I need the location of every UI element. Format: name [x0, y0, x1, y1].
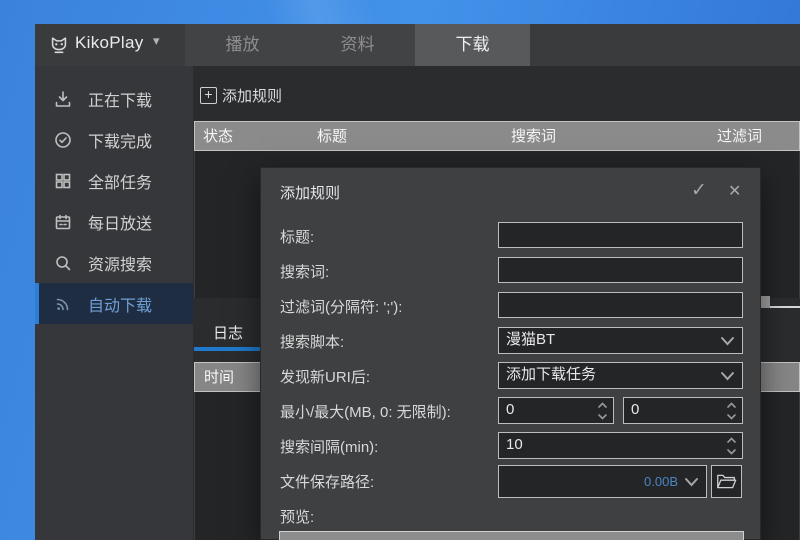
title-input[interactable] — [498, 222, 743, 248]
grid-icon — [53, 171, 73, 191]
calendar-icon — [53, 212, 73, 232]
plus-icon: + — [200, 87, 217, 104]
sidebar-item-label: 自动下载 — [88, 292, 152, 316]
rules-table-header[interactable]: 状态 标题 搜索词 过滤词 — [194, 121, 800, 151]
save-path-select[interactable]: 0.00B — [498, 465, 707, 498]
column-status[interactable]: 状态 — [203, 122, 233, 152]
main-tab-bar: 播放 资料 下载 — [185, 24, 530, 66]
min-size-value: 0 — [506, 401, 514, 418]
dialog-title: 添加规则 — [280, 182, 340, 203]
sidebar-item-completed[interactable]: 下载完成 — [35, 119, 193, 160]
app-window: KikoPlay ▾ 播放 资料 下载 正在下载 — [35, 24, 800, 540]
min-size-spinner[interactable]: 0 — [498, 397, 614, 424]
spinner-arrows-icon — [726, 401, 737, 421]
sidebar-item-label: 下载完成 — [88, 128, 152, 152]
interval-spinner[interactable]: 10 — [498, 432, 743, 459]
save-path-label: 文件保存路径: — [280, 471, 374, 492]
chevron-down-icon — [720, 371, 735, 381]
splitter-line — [770, 306, 800, 308]
search-word-label: 搜索词: — [280, 261, 329, 282]
kikoplay-logo-icon — [48, 34, 70, 56]
sidebar-item-all-tasks[interactable]: 全部任务 — [35, 160, 193, 201]
search-script-select[interactable]: 漫猫BT — [498, 327, 743, 354]
sidebar-item-label: 全部任务 — [88, 169, 152, 193]
new-uri-select[interactable]: 添加下载任务 — [498, 362, 743, 389]
search-script-value: 漫猫BT — [506, 331, 555, 348]
add-rule-label: 添加规则 — [222, 85, 282, 106]
column-time[interactable]: 时间 — [204, 363, 234, 393]
tab-log-indicator — [194, 347, 262, 351]
chevron-down-icon — [684, 477, 699, 487]
sidebar-item-label: 正在下载 — [88, 87, 152, 111]
preview-table-header — [279, 531, 744, 540]
sidebar: 正在下载 下载完成 全部任务 — [35, 66, 193, 540]
confirm-icon[interactable]: ✓ — [691, 179, 707, 202]
download-icon — [53, 89, 73, 109]
desktop: KikoPlay ▾ 播放 资料 下载 正在下载 — [0, 0, 800, 540]
column-filter[interactable]: 过滤词 — [717, 122, 762, 152]
free-space-text: 0.00B — [644, 466, 678, 497]
chevron-down-icon — [720, 336, 735, 346]
sidebar-item-auto-download[interactable]: 自动下载 — [35, 283, 193, 324]
sidebar-item-daily[interactable]: 每日放送 — [35, 201, 193, 242]
min-max-label: 最小/最大(MB, 0: 无限制): — [280, 401, 451, 422]
add-rule-dialog: 添加规则 ✓ ✕ 标题: 搜索词: 过滤词(分隔符: ';'): 搜索脚本: 漫… — [260, 167, 761, 540]
add-rule-button[interactable]: + 添加规则 — [200, 84, 282, 106]
tab-download[interactable]: 下载 — [415, 24, 530, 66]
folder-icon — [716, 471, 737, 492]
column-search[interactable]: 搜索词 — [511, 122, 556, 152]
chevron-down-icon[interactable]: ▾ — [153, 33, 160, 49]
filter-word-input[interactable] — [498, 292, 743, 318]
browse-folder-button[interactable] — [711, 465, 742, 498]
column-title[interactable]: 标题 — [317, 122, 347, 152]
preview-label: 预览: — [280, 506, 314, 527]
search-icon — [53, 253, 73, 273]
spinner-arrows-icon — [597, 401, 608, 421]
sidebar-item-label: 每日放送 — [88, 210, 152, 234]
sidebar-item-search[interactable]: 资源搜索 — [35, 242, 193, 283]
max-size-value: 0 — [631, 401, 639, 418]
rss-icon — [53, 294, 73, 314]
close-icon[interactable]: ✕ — [728, 181, 741, 201]
search-script-label: 搜索脚本: — [280, 331, 344, 352]
app-title[interactable]: KikoPlay — [75, 33, 144, 53]
check-circle-icon — [53, 130, 73, 150]
titlebar[interactable]: KikoPlay ▾ 播放 资料 下载 — [35, 24, 800, 66]
sidebar-item-label: 资源搜索 — [88, 251, 152, 275]
filter-word-label: 过滤词(分隔符: ';'): — [280, 296, 402, 317]
spinner-arrows-icon — [726, 436, 737, 456]
sidebar-item-downloading[interactable]: 正在下载 — [35, 78, 193, 119]
tab-play[interactable]: 播放 — [185, 24, 300, 66]
new-uri-value: 添加下载任务 — [506, 366, 596, 383]
tab-library[interactable]: 资料 — [300, 24, 415, 66]
title-label: 标题: — [280, 226, 314, 247]
interval-label: 搜索间隔(min): — [280, 436, 378, 457]
search-word-input[interactable] — [498, 257, 743, 283]
new-uri-label: 发现新URI后: — [280, 366, 370, 387]
tab-log[interactable]: 日志 — [194, 321, 262, 347]
max-size-spinner[interactable]: 0 — [623, 397, 743, 424]
interval-value: 10 — [506, 436, 523, 453]
